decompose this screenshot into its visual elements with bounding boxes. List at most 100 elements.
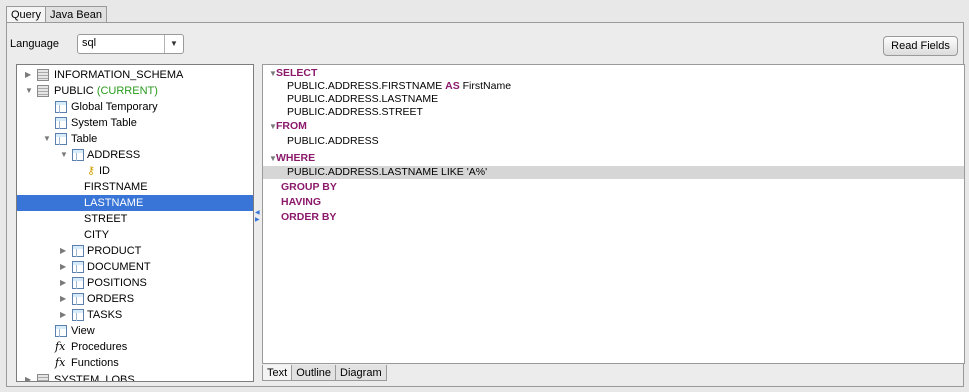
language-select[interactable]: sql ▼ (77, 34, 184, 54)
disclosure-collapsed-icon[interactable]: ▶ (60, 259, 66, 275)
table-icon (72, 149, 84, 161)
table-icon (55, 325, 67, 337)
tree-item-product[interactable]: ▶ PRODUCT (17, 243, 253, 259)
sql-line-order-by: ORDER BY (263, 211, 964, 224)
public-label: PUBLIC (54, 85, 94, 97)
tree-item-tasks[interactable]: ▶ TASKS (17, 307, 253, 323)
keyword: FROM (276, 120, 307, 132)
tab-text[interactable]: Text (262, 365, 293, 381)
tree-item-document[interactable]: ▶ DOCUMENT (17, 259, 253, 275)
tab-diagram[interactable]: Diagram (335, 365, 387, 381)
table-icon (72, 245, 84, 257)
table-name: PUBLIC.ADDRESS (287, 135, 379, 147)
tree-item-public[interactable]: ▼ PUBLIC (CURRENT) (17, 83, 253, 99)
schema-icon (37, 85, 49, 97)
tree-item-system-lobs[interactable]: ▶ SYSTEM_LOBS (17, 372, 253, 382)
tree-item-city[interactable]: CITY (17, 227, 253, 243)
column-name: PUBLIC.ADDRESS.STREET (287, 106, 423, 118)
tree-item-orders[interactable]: ▶ ORDERS (17, 291, 253, 307)
column-name: PUBLIC.ADDRESS.FIRSTNAME (287, 80, 443, 92)
disclosure-expanded-icon[interactable]: ▼ (60, 147, 68, 163)
tree-item-label: Functions (71, 357, 119, 369)
tree-item-label: Global Temporary (71, 101, 158, 113)
disclosure-collapsed-icon[interactable]: ▶ (25, 372, 31, 381)
disclosure-collapsed-icon[interactable]: ▶ (60, 275, 66, 291)
sql-line-having: HAVING (263, 196, 964, 209)
table-icon (55, 101, 67, 113)
sql-line-where: ▼ WHERE (263, 152, 964, 165)
top-tab-bar: Query Java Bean (6, 6, 107, 23)
keyword: SELECT (276, 67, 318, 79)
sql-line: PUBLIC.ADDRESS.STREET (263, 106, 964, 119)
splitter-handle[interactable]: ◀ ▶ (255, 210, 260, 224)
sql-line-select: ▼ SELECT (263, 67, 964, 80)
tree-item-system-table[interactable]: System Table (17, 115, 253, 131)
table-icon (55, 117, 67, 129)
schema-tree[interactable]: ▶ INFORMATION_SCHEMA ▼ PUBLIC (CURRENT) … (16, 64, 254, 382)
tree-item-label: SYSTEM_LOBS (54, 374, 135, 382)
tree-item-label: ADDRESS (87, 149, 141, 161)
tree-item-label: TASKS (87, 309, 123, 321)
tree-item-label: ID (99, 165, 110, 177)
current-marker: (CURRENT) (96, 85, 158, 97)
language-label: Language (10, 38, 59, 50)
table-icon (55, 133, 67, 145)
tree-item-firstname[interactable]: FIRSTNAME (17, 179, 253, 195)
tree-item-information-schema[interactable]: ▶ INFORMATION_SCHEMA (17, 67, 253, 83)
tree-item-street[interactable]: STREET (17, 211, 253, 227)
keyword: AS (445, 80, 460, 92)
sql-line: PUBLIC.ADDRESS.FIRSTNAME AS FirstName (263, 80, 964, 93)
tree-item-label: PRODUCT (87, 245, 142, 257)
tab-java-bean[interactable]: Java Bean (44, 6, 107, 23)
tree-item-label: Procedures (71, 341, 128, 353)
condition: PUBLIC.ADDRESS.LASTNAME LIKE 'A%' (287, 166, 488, 178)
tree-item-address[interactable]: ▼ ADDRESS (17, 147, 253, 163)
disclosure-expanded-icon[interactable]: ▼ (25, 83, 33, 99)
table-icon (72, 261, 84, 273)
disclosure-collapsed-icon[interactable]: ▶ (60, 243, 66, 259)
chevron-down-icon[interactable]: ▼ (164, 35, 183, 53)
disclosure-expanded-icon[interactable]: ▼ (43, 131, 51, 147)
sql-line: PUBLIC.ADDRESS.LASTNAME (263, 93, 964, 106)
tree-item-label: Table (71, 133, 98, 145)
schema-icon (37, 69, 49, 81)
editor-tab-bar: Text Outline Diagram (262, 365, 387, 381)
tree-item-view[interactable]: View (17, 323, 253, 339)
key-icon: ⚷ (87, 165, 96, 177)
tree-item-label: STREET (84, 213, 128, 225)
keyword: GROUP BY (281, 181, 337, 193)
disclosure-collapsed-icon[interactable]: ▶ (60, 291, 66, 307)
tree-item-procedures[interactable]: fx Procedures (17, 339, 253, 355)
keyword: WHERE (276, 152, 316, 164)
tree-item-label: View (71, 325, 95, 337)
disclosure-collapsed-icon[interactable]: ▶ (60, 307, 66, 323)
tree-item-label: System Table (71, 117, 137, 129)
tree-item-label: ORDERS (87, 293, 135, 305)
table-icon (72, 293, 84, 305)
tree-item-label: PUBLIC (CURRENT) (54, 83, 158, 99)
keyword: HAVING (281, 196, 322, 208)
sql-line-group-by: GROUP BY (263, 181, 964, 194)
sql-editor[interactable]: ▼ SELECT PUBLIC.ADDRESS.FIRSTNAME AS Fir… (262, 64, 965, 364)
column-name: PUBLIC.ADDRESS.LASTNAME (287, 93, 439, 105)
tree-item-functions[interactable]: fx Functions (17, 355, 253, 371)
tab-outline[interactable]: Outline (291, 365, 337, 381)
tree-item-global-temporary[interactable]: Global Temporary (17, 99, 253, 115)
function-icon: fx (55, 340, 66, 353)
tree-item-label: POSITIONS (87, 277, 147, 289)
tree-item-label: CITY (84, 229, 110, 241)
tab-query[interactable]: Query (6, 6, 46, 23)
keyword: ORDER BY (281, 211, 337, 223)
tree-item-label: DOCUMENT (87, 261, 151, 273)
tree-item-id[interactable]: ⚷ ID (17, 163, 253, 179)
tree-item-label: INFORMATION_SCHEMA (54, 69, 184, 81)
alias: FirstName (462, 80, 512, 92)
tree-item-label: FIRSTNAME (84, 181, 148, 193)
disclosure-collapsed-icon[interactable]: ▶ (25, 67, 31, 83)
read-fields-button[interactable]: Read Fields (883, 36, 958, 56)
tree-item-table[interactable]: ▼ Table (17, 131, 253, 147)
schema-icon (37, 374, 49, 381)
tree-item-positions[interactable]: ▶ POSITIONS (17, 275, 253, 291)
function-icon: fx (55, 356, 66, 369)
tree-item-lastname[interactable]: LASTNAME (17, 195, 253, 211)
